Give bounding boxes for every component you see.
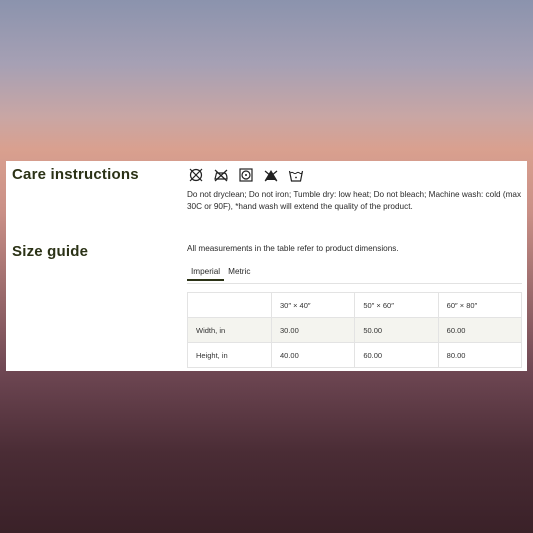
tabs-divider — [187, 283, 522, 284]
table-cell: 30.00 — [270, 317, 356, 343]
table-header-row: 30″ × 40″ 50″ × 60″ 60″ × 80″ — [187, 292, 523, 318]
size-table: 30″ × 40″ 50″ × 60″ 60″ × 80″ Width, in … — [187, 292, 523, 368]
row-label: Width, in — [187, 317, 272, 343]
care-icons — [188, 167, 304, 183]
tab-metric[interactable]: Metric — [224, 267, 254, 281]
care-instructions-text: Do not dryclean; Do not iron; Tumble dry… — [187, 190, 522, 211]
do-not-iron-icon — [214, 169, 228, 182]
row-label: Height, in — [187, 342, 272, 368]
size-guide-intro: All measurements in the table refer to p… — [187, 244, 399, 253]
size-guide-heading: Size guide — [12, 243, 89, 260]
table-cell: 60.00 — [354, 342, 439, 368]
table-row: Height, in 40.00 60.00 80.00 — [187, 342, 523, 368]
machine-wash-cold-icon — [288, 170, 304, 182]
product-details-panel: Care instructions Do not dryclean; Do no… — [6, 161, 527, 371]
do-not-bleach-icon — [264, 170, 278, 182]
unit-tabs: Imperial Metric — [187, 267, 254, 281]
do-not-dryclean-icon — [189, 168, 203, 182]
table-corner-cell — [187, 292, 272, 318]
column-header: 30″ × 40″ — [270, 292, 356, 318]
column-header: 60″ × 80″ — [437, 292, 523, 318]
table-cell: 40.00 — [270, 342, 356, 368]
tumble-dry-low-icon — [239, 168, 253, 182]
table-cell: 80.00 — [437, 342, 523, 368]
tab-imperial[interactable]: Imperial — [187, 267, 225, 281]
care-instructions-heading: Care instructions — [12, 166, 139, 183]
table-cell: 60.00 — [437, 317, 523, 343]
table-row: Width, in 30.00 50.00 60.00 — [187, 317, 523, 343]
column-header: 50″ × 60″ — [354, 292, 439, 318]
table-cell: 50.00 — [354, 317, 439, 343]
